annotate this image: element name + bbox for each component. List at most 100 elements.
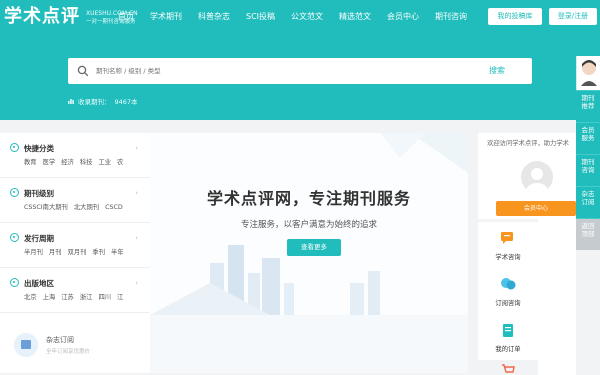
category-level[interactable]: 期刊级别 › CSSCI南大期刊 北大期刊 CSCD — [0, 178, 150, 223]
service-avatar[interactable] — [576, 56, 600, 90]
category-links: CSSCI南大期刊 北大期刊 CSCD — [24, 202, 127, 211]
service-label: 订阅咨询 — [495, 300, 521, 307]
service-label: 我的订单 — [495, 346, 521, 353]
agent-avatar-icon — [581, 60, 597, 86]
category-link[interactable]: 半月刊 — [24, 249, 43, 256]
my-contributions-button[interactable]: 我的投稿库 — [488, 8, 542, 25]
order-text: 杂志订阅 全年订阅享优惠价 — [46, 335, 90, 355]
category-icon — [10, 143, 19, 152]
nav-home[interactable]: 首页 — [118, 11, 134, 23]
nav-journal-consult[interactable]: 期刊咨询 — [435, 11, 467, 23]
back-to-top-button[interactable]: 返回顶部 — [576, 218, 600, 250]
float-label: 返回顶部 — [581, 222, 595, 238]
category-link[interactable]: 工业 — [98, 159, 111, 166]
chevron-right-icon: › — [135, 234, 138, 242]
category-link[interactable]: 北京 — [24, 294, 37, 301]
category-title: 发行周期 — [24, 234, 54, 243]
float-journal-recommend[interactable]: 期刊推荐 — [576, 90, 600, 122]
magazine-icon — [14, 333, 38, 357]
banner-title: 学术点评网，专注期刊服务 — [206, 189, 411, 208]
category-panel: 快捷分类 › 教育 医学 经济 科技 工业 农 期刊级别 › CSSCI南大期刊… — [0, 133, 150, 373]
stats-label: 收录期刊： — [78, 98, 111, 106]
category-link[interactable]: 经济 — [61, 159, 74, 166]
category-link[interactable]: 医学 — [43, 159, 56, 166]
page: 学术点评 XUESHU.COM.CN 一对一期刊咨询服务 首页 学术期刊 科普杂… — [0, 0, 600, 375]
float-magazine-subscribe[interactable]: 杂志订阅 — [576, 186, 600, 218]
category-period[interactable]: 发行周期 › 半月刊 月刊 双月刊 季刊 半年 — [0, 223, 150, 268]
search-input[interactable] — [96, 58, 476, 84]
user-icon — [526, 168, 548, 193]
learn-more-button[interactable]: 查看更多 — [287, 239, 341, 256]
chart-icon — [68, 99, 74, 104]
float-label: 期刊推荐 — [581, 94, 595, 110]
float-toolbar: 期刊推荐 会员服务 期刊咨询 杂志订阅 返回顶部 — [576, 90, 600, 250]
avatar[interactable] — [521, 161, 553, 193]
category-link[interactable]: 四川 — [98, 294, 111, 301]
float-label: 期刊咨询 — [581, 158, 595, 174]
float-journal-consult[interactable]: 期刊咨询 — [576, 154, 600, 186]
search-button[interactable]: 搜索 — [462, 58, 532, 84]
chevron-right-icon: › — [135, 279, 138, 287]
category-link[interactable]: CSSCI南大期刊 — [24, 204, 68, 211]
welcome-text: 欢迎访问学术点评，助力学术 — [487, 140, 569, 147]
user-card: 欢迎访问学术点评，助力学术 会员中心 — [478, 133, 576, 219]
order-subtitle: 全年订阅享优惠价 — [46, 349, 91, 355]
nav-selected-essays[interactable]: 精选范文 — [339, 11, 371, 23]
float-label: 会员服务 — [581, 126, 595, 142]
category-link[interactable]: 江苏 — [61, 294, 74, 301]
search-icon — [77, 65, 89, 77]
category-link[interactable]: 农 — [117, 159, 123, 166]
right-column-bg — [538, 219, 576, 375]
service-label: 学术咨询 — [495, 254, 521, 261]
banner-subtitle: 专注服务，以客户满意为始终的追求 — [240, 220, 377, 230]
stats-value: 9467本 — [114, 98, 138, 106]
category-link[interactable]: 北大期刊 — [74, 204, 99, 211]
category-link[interactable]: 科技 — [80, 159, 93, 166]
message-icon — [501, 278, 516, 290]
category-link[interactable]: 教育 — [24, 159, 37, 166]
chevron-right-icon: › — [135, 144, 138, 152]
category-link[interactable]: 双月刊 — [68, 249, 87, 256]
magazine-order-box[interactable]: 杂志订阅 全年订阅享优惠价 — [8, 327, 142, 363]
order-icon — [503, 324, 513, 337]
category-link[interactable]: CSCD — [105, 204, 123, 211]
float-member-service[interactable]: 会员服务 — [576, 122, 600, 154]
category-icon — [10, 188, 19, 197]
category-title: 快捷分类 — [24, 144, 54, 153]
category-links: 教育 医学 经济 科技 工业 农 — [24, 157, 127, 166]
service-subscribe-consult[interactable]: 订阅咨询 — [478, 268, 538, 314]
category-title: 期刊级别 — [24, 189, 54, 198]
category-link[interactable]: 江 — [117, 294, 123, 301]
login-register-button[interactable]: 登录/注册 — [549, 8, 597, 25]
category-links: 半月刊 月刊 双月刊 季刊 半年 — [24, 247, 128, 256]
hero-banner: 学术点评网，专注期刊服务 专注服务，以客户满意为始终的追求 查看更多 — [150, 133, 468, 315]
category-link[interactable]: 半年 — [111, 249, 124, 256]
service-my-orders[interactable]: 我的订单 — [478, 314, 538, 360]
order-title: 杂志订阅 — [46, 336, 74, 344]
member-center-button[interactable]: 会员中心 — [496, 201, 576, 216]
category-link[interactable]: 浙江 — [80, 294, 93, 301]
nav-member-center[interactable]: 会员中心 — [387, 11, 419, 23]
category-title: 出版地区 — [24, 279, 54, 288]
category-link[interactable]: 上海 — [43, 294, 56, 301]
header: 学术点评 XUESHU.COM.CN 一对一期刊咨询服务 首页 学术期刊 科普杂… — [0, 0, 600, 120]
category-link[interactable]: 月刊 — [49, 249, 62, 256]
category-quick[interactable]: 快捷分类 › 教育 医学 经济 科技 工业 农 — [0, 133, 150, 178]
service-academic-consult[interactable]: 学术咨询 — [478, 222, 538, 268]
search-box: 搜索 — [68, 58, 532, 84]
float-label: 杂志订阅 — [581, 190, 595, 206]
category-link[interactable]: 季刊 — [92, 249, 105, 256]
nav-official-docs[interactable]: 公文范文 — [291, 11, 323, 23]
nav-sci[interactable]: SCI投稿 — [246, 11, 275, 23]
main-nav: 首页 学术期刊 科普杂志 SCI投稿 公文范文 精选范文 会员中心 期刊咨询 — [118, 11, 483, 23]
category-links: 北京 上海 江苏 浙江 四川 江 — [24, 292, 127, 301]
banner-lower-area — [150, 315, 468, 373]
category-icon — [10, 233, 19, 242]
journal-stats: 收录期刊： 9467本 — [68, 96, 138, 106]
category-icon — [10, 278, 19, 287]
chat-icon — [501, 232, 513, 244]
category-region[interactable]: 出版地区 › 北京 上海 江苏 浙江 四川 江 — [0, 268, 150, 313]
nav-popsci[interactable]: 科普杂志 — [198, 11, 230, 23]
cart-icon[interactable] — [500, 363, 516, 375]
nav-journals[interactable]: 学术期刊 — [150, 11, 182, 23]
